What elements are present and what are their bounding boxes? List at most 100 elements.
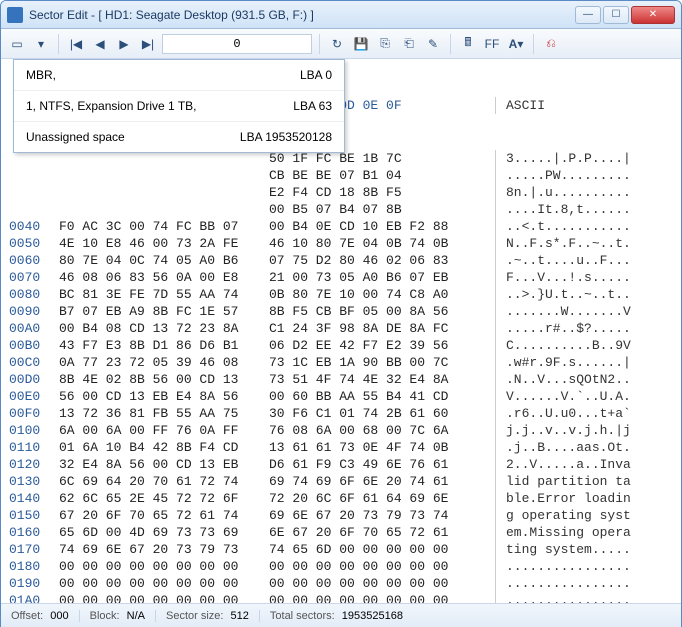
hex-ascii[interactable]: ................ — [495, 558, 655, 575]
hex-row[interactable]: E2 F4 CD 18 8B F58n.|.u.......... — [9, 184, 673, 201]
hex-row[interactable]: 012032 E4 8A 56 00 CD 13 EBD6 61 F9 C3 4… — [9, 456, 673, 473]
dropdown-item-unassigned[interactable]: Unassigned space LBA 1953520128 — [14, 122, 344, 152]
hex-bytes-2[interactable]: 73 1C EB 1A 90 BB 00 7C — [269, 354, 495, 371]
hex-bytes-1[interactable]: 6C 69 64 20 70 61 72 74 — [59, 473, 269, 490]
hex-ascii[interactable]: .....PW......... — [495, 167, 655, 184]
hex-ascii[interactable]: ting system..... — [495, 541, 655, 558]
hex-bytes-2[interactable]: 00 00 00 00 00 00 00 00 — [269, 592, 495, 603]
hex-bytes-1[interactable]: 67 20 6F 70 65 72 61 74 — [59, 507, 269, 524]
hex-bytes-1[interactable] — [59, 184, 269, 201]
hex-bytes-1[interactable]: BC 81 3E FE 7D 55 AA 74 — [59, 286, 269, 303]
dropdown-item-mbr[interactable]: MBR, LBA 0 — [14, 60, 344, 91]
hex-row[interactable]: 00B043 F7 E3 8B D1 86 D6 B106 D2 EE 42 F… — [9, 337, 673, 354]
hex-ascii[interactable]: ....It.8,t...... — [495, 201, 655, 218]
hex-bytes-2[interactable]: 69 74 69 6F 6E 20 74 61 — [269, 473, 495, 490]
hex-bytes-1[interactable]: 62 6C 65 2E 45 72 72 6F — [59, 490, 269, 507]
hex-ascii[interactable]: .......W.......V — [495, 303, 655, 320]
hex-ascii[interactable]: 8n.|.u.......... — [495, 184, 655, 201]
minimize-button[interactable]: — — [575, 6, 601, 24]
hex-row[interactable]: 017074 69 6E 67 20 73 79 7374 65 6D 00 0… — [9, 541, 673, 558]
hex-row[interactable]: CB BE BE 07 B1 04.....PW......... — [9, 167, 673, 184]
hex-bytes-1[interactable]: 00 B4 08 CD 13 72 23 8A — [59, 320, 269, 337]
paste-icon[interactable]: ⎗ — [399, 34, 419, 54]
hex-bytes-1[interactable]: 6A 00 6A 00 FF 76 0A FF — [59, 422, 269, 439]
hex-bytes-1[interactable] — [59, 201, 269, 218]
hex-bytes-2[interactable]: E2 F4 CD 18 8B F5 — [269, 184, 495, 201]
copy-icon[interactable]: ⎘ — [375, 34, 395, 54]
hex-row[interactable]: 00504E 10 E8 46 00 73 2A FE46 10 80 7E 0… — [9, 235, 673, 252]
hex-bytes-1[interactable]: 8B 4E 02 8B 56 00 CD 13 — [59, 371, 269, 388]
hex-ascii[interactable]: .~..t....u..F... — [495, 252, 655, 269]
hex-bytes-2[interactable]: 00 60 BB AA 55 B4 41 CD — [269, 388, 495, 405]
save-icon[interactable]: 💾 — [351, 34, 371, 54]
hex-row[interactable]: 015067 20 6F 70 65 72 61 7469 6E 67 20 7… — [9, 507, 673, 524]
hex-row[interactable]: 01306C 69 64 20 70 61 72 7469 74 69 6F 6… — [9, 473, 673, 490]
hex-row[interactable]: 00C00A 77 23 72 05 39 46 0873 1C EB 1A 9… — [9, 354, 673, 371]
font-icon[interactable]: A▾ — [506, 34, 526, 54]
hex-bytes-2[interactable]: 6E 67 20 6F 70 65 72 61 — [269, 524, 495, 541]
hex-bytes-2[interactable]: 30 F6 C1 01 74 2B 61 60 — [269, 405, 495, 422]
offset-input[interactable]: 0 — [162, 34, 312, 54]
hex-bytes-1[interactable]: B7 07 EB A9 8B FC 1E 57 — [59, 303, 269, 320]
hex-ascii[interactable]: C..........B..9V — [495, 337, 655, 354]
hex-ascii[interactable]: .r6..U.u0...t+a` — [495, 405, 655, 422]
settings-icon[interactable]: ⎌ — [541, 34, 561, 54]
hex-ascii[interactable]: ................ — [495, 592, 655, 603]
hex-bytes-2[interactable]: 13 61 61 73 0E 4F 74 0B — [269, 439, 495, 456]
hex-bytes-2[interactable]: C1 24 3F 98 8A DE 8A FC — [269, 320, 495, 337]
hex-ascii[interactable]: 2..V.....a..Inva — [495, 456, 655, 473]
hex-bytes-2[interactable]: 76 08 6A 00 68 00 7C 6A — [269, 422, 495, 439]
hex-row[interactable]: 00E056 00 CD 13 EB E4 8A 5600 60 BB AA 5… — [9, 388, 673, 405]
hex-bytes-1[interactable]: 00 00 00 00 00 00 00 00 — [59, 558, 269, 575]
hex-bytes-2[interactable]: 73 51 4F 74 4E 32 E4 8A — [269, 371, 495, 388]
hex-bytes-1[interactable]: 65 6D 00 4D 69 73 73 69 — [59, 524, 269, 541]
hex-ascii[interactable]: .w#r.9F.s......| — [495, 354, 655, 371]
hex-bytes-2[interactable]: 06 D2 EE 42 F7 E2 39 56 — [269, 337, 495, 354]
hex-bytes-1[interactable]: 32 E4 8A 56 00 CD 13 EB — [59, 456, 269, 473]
hex-row[interactable]: 0040F0 AC 3C 00 74 FC BB 0700 B4 0E CD 1… — [9, 218, 673, 235]
hex-bytes-1[interactable]: 01 6A 10 B4 42 8B F4 CD — [59, 439, 269, 456]
hex-row[interactable]: 00D08B 4E 02 8B 56 00 CD 1373 51 4F 74 4… — [9, 371, 673, 388]
hex-bytes-2[interactable]: 0B 80 7E 10 00 74 C8 A0 — [269, 286, 495, 303]
hex-bytes-2[interactable]: 07 75 D2 80 46 02 06 83 — [269, 252, 495, 269]
close-button[interactable]: ✕ — [631, 6, 675, 24]
hex-row[interactable]: 01006A 00 6A 00 FF 76 0A FF76 08 6A 00 6… — [9, 422, 673, 439]
hex-ascii[interactable]: F...V...!.s..... — [495, 269, 655, 286]
hex-bytes-1[interactable]: 74 69 6E 67 20 73 79 73 — [59, 541, 269, 558]
hex-row[interactable]: 014062 6C 65 2E 45 72 72 6F72 20 6C 6F 6… — [9, 490, 673, 507]
hex-row[interactable]: 016065 6D 00 4D 69 73 73 696E 67 20 6F 7… — [9, 524, 673, 541]
hex-ascii[interactable]: N..F.s*.F..~..t. — [495, 235, 655, 252]
hex-ascii[interactable]: ble.Error loadin — [495, 490, 655, 507]
hex-bytes-2[interactable]: 46 10 80 7E 04 0B 74 0B — [269, 235, 495, 252]
nav-prev-icon[interactable]: ◀ — [90, 34, 110, 54]
hex-bytes-1[interactable]: 4E 10 E8 46 00 73 2A FE — [59, 235, 269, 252]
hex-icon[interactable]: FF — [482, 34, 502, 54]
hex-row[interactable]: 00A000 B4 08 CD 13 72 23 8AC1 24 3F 98 8… — [9, 320, 673, 337]
refresh-icon[interactable]: ↻ — [327, 34, 347, 54]
hex-bytes-1[interactable] — [59, 167, 269, 184]
hex-row[interactable]: 00 B5 07 B4 07 8B....It.8,t...... — [9, 201, 673, 218]
hex-bytes-2[interactable]: 74 65 6D 00 00 00 00 00 — [269, 541, 495, 558]
hex-bytes-2[interactable]: 00 00 00 00 00 00 00 00 — [269, 558, 495, 575]
hex-row[interactable]: 006080 7E 04 0C 74 05 A0 B607 75 D2 80 4… — [9, 252, 673, 269]
page-icon[interactable]: ▭ — [7, 34, 27, 54]
edit-icon[interactable]: ✎ — [423, 34, 443, 54]
hex-ascii[interactable]: .N..V...sQOtN2.. — [495, 371, 655, 388]
hex-bytes-2[interactable]: 69 6E 67 20 73 79 73 74 — [269, 507, 495, 524]
hex-bytes-2[interactable]: 00 00 00 00 00 00 00 00 — [269, 575, 495, 592]
hex-bytes-1[interactable]: F0 AC 3C 00 74 FC BB 07 — [59, 218, 269, 235]
dropdown-icon[interactable]: ▾ — [31, 34, 51, 54]
hex-ascii[interactable]: ................ — [495, 575, 655, 592]
hex-ascii[interactable]: V......V.`..U.A. — [495, 388, 655, 405]
hex-row[interactable]: 018000 00 00 00 00 00 00 0000 00 00 00 0… — [9, 558, 673, 575]
hex-ascii[interactable]: j.j..v..v.j.h.|j — [495, 422, 655, 439]
hex-row[interactable]: 0080BC 81 3E FE 7D 55 AA 740B 80 7E 10 0… — [9, 286, 673, 303]
hex-ascii[interactable]: ..<.t........... — [495, 218, 655, 235]
nav-next-icon[interactable]: ▶ — [114, 34, 134, 54]
nav-last-icon[interactable]: ▶| — [138, 34, 158, 54]
hex-ascii[interactable]: 3.....|.P.P....| — [495, 150, 655, 167]
hex-ascii[interactable]: .j..B....aas.Ot. — [495, 439, 655, 456]
hex-bytes-2[interactable]: 72 20 6C 6F 61 64 69 6E — [269, 490, 495, 507]
hex-bytes-1[interactable]: 56 00 CD 13 EB E4 8A 56 — [59, 388, 269, 405]
hex-bytes-1[interactable]: 46 08 06 83 56 0A 00 E8 — [59, 269, 269, 286]
